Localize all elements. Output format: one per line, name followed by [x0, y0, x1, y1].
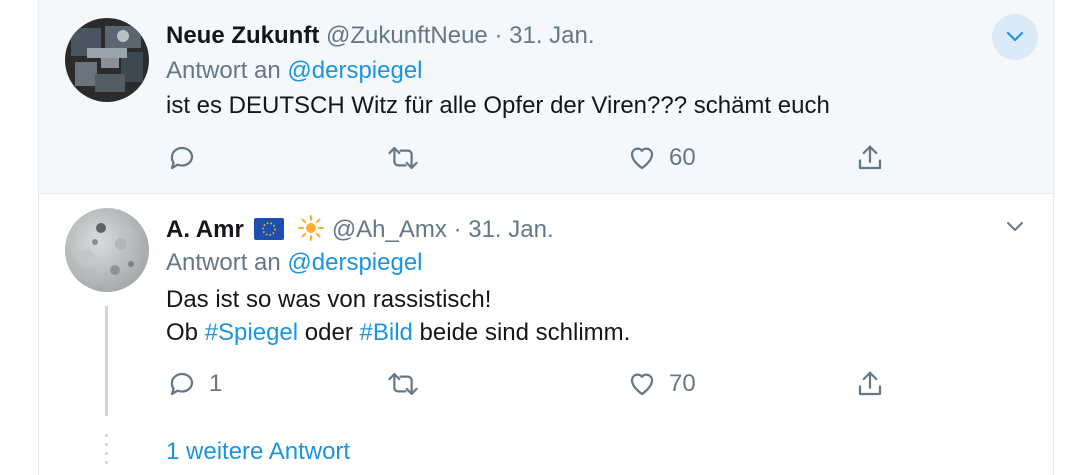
like-count: 60 — [669, 144, 696, 171]
reply-button[interactable]: 1 — [167, 364, 222, 404]
replying-to-link[interactable]: @derspiegel — [287, 57, 422, 84]
tweet-text-line1: Das ist so was von rassistisch! — [166, 286, 492, 313]
separator-dot: · — [453, 216, 462, 243]
replying-to-link[interactable]: @derspiegel — [287, 249, 422, 276]
retweet-icon — [388, 373, 418, 395]
tweet-actions: 60 — [39, 138, 1053, 178]
tweet-text: ist es DEUTSCH Witz für alle Opfer der V… — [166, 92, 830, 119]
tweet-date[interactable]: 31. Jan. — [509, 22, 594, 49]
caret-down-icon — [1006, 31, 1024, 42]
thread-dots — [105, 434, 108, 470]
tweet-text-line2: Ob #Spiegel oder #Bild beide sind schlim… — [166, 317, 630, 349]
hashtag-bild[interactable]: #Bild — [360, 319, 413, 346]
tweet-options-button[interactable] — [992, 14, 1038, 60]
tweet-header: Neue Zukunft @ZukunftNeue · 31. Jan. — [166, 22, 595, 50]
retweet-button[interactable] — [387, 364, 431, 404]
tweet-neue-zukunft[interactable]: Neue Zukunft @ZukunftNeue · 31. Jan. Ant… — [39, 0, 1053, 194]
reply-icon — [170, 372, 194, 396]
text-fragment: oder — [304, 319, 353, 346]
show-more-replies-link[interactable]: 1 weitere Antwort — [166, 438, 350, 466]
replying-label: Antwort an — [166, 249, 281, 276]
text-fragment: Ob — [166, 319, 199, 346]
user-handle[interactable]: @ZukunftNeue — [326, 22, 488, 49]
reply-button[interactable] — [167, 138, 209, 178]
share-button[interactable] — [855, 138, 885, 178]
like-icon — [630, 147, 654, 170]
tweet-a-amr[interactable]: A. Amr @Ah_Amx · 31. Jan. Antwort an @de… — [39, 194, 1053, 475]
like-count: 70 — [669, 370, 696, 397]
retweet-icon — [388, 147, 418, 169]
hashtag-spiegel[interactable]: #Spiegel — [205, 319, 298, 346]
avatar[interactable] — [65, 208, 149, 292]
display-name[interactable]: Neue Zukunft — [166, 22, 319, 49]
like-button[interactable]: 70 — [627, 364, 696, 404]
user-handle[interactable]: @Ah_Amx — [332, 216, 447, 243]
display-name[interactable]: A. Amr — [166, 216, 244, 243]
share-icon — [858, 145, 882, 170]
tweet-header: A. Amr @Ah_Amx · 31. Jan. — [166, 214, 554, 244]
conversation-column: Neue Zukunft @ZukunftNeue · 31. Jan. Ant… — [38, 0, 1054, 475]
replying-label: Antwort an — [166, 57, 281, 84]
reply-icon — [170, 146, 194, 170]
replying-to: Antwort an @derspiegel — [166, 57, 423, 85]
caret-down-icon — [1007, 222, 1023, 231]
sun-emoji — [298, 215, 325, 241]
separator-dot: · — [494, 22, 503, 49]
like-button[interactable]: 60 — [627, 138, 696, 178]
eu-flag-emoji — [254, 218, 285, 240]
tweet-options-button[interactable] — [992, 204, 1038, 250]
share-button[interactable] — [855, 364, 885, 404]
text-fragment: beide sind schlimm. — [419, 319, 631, 346]
replying-to: Antwort an @derspiegel — [166, 249, 423, 277]
tweet-date[interactable]: 31. Jan. — [468, 216, 553, 243]
share-icon — [858, 371, 882, 396]
like-icon — [630, 373, 654, 396]
reply-count: 1 — [209, 370, 223, 397]
avatar[interactable] — [65, 18, 149, 102]
tweet-actions: 1 70 — [39, 364, 1053, 404]
retweet-button[interactable] — [387, 138, 431, 178]
